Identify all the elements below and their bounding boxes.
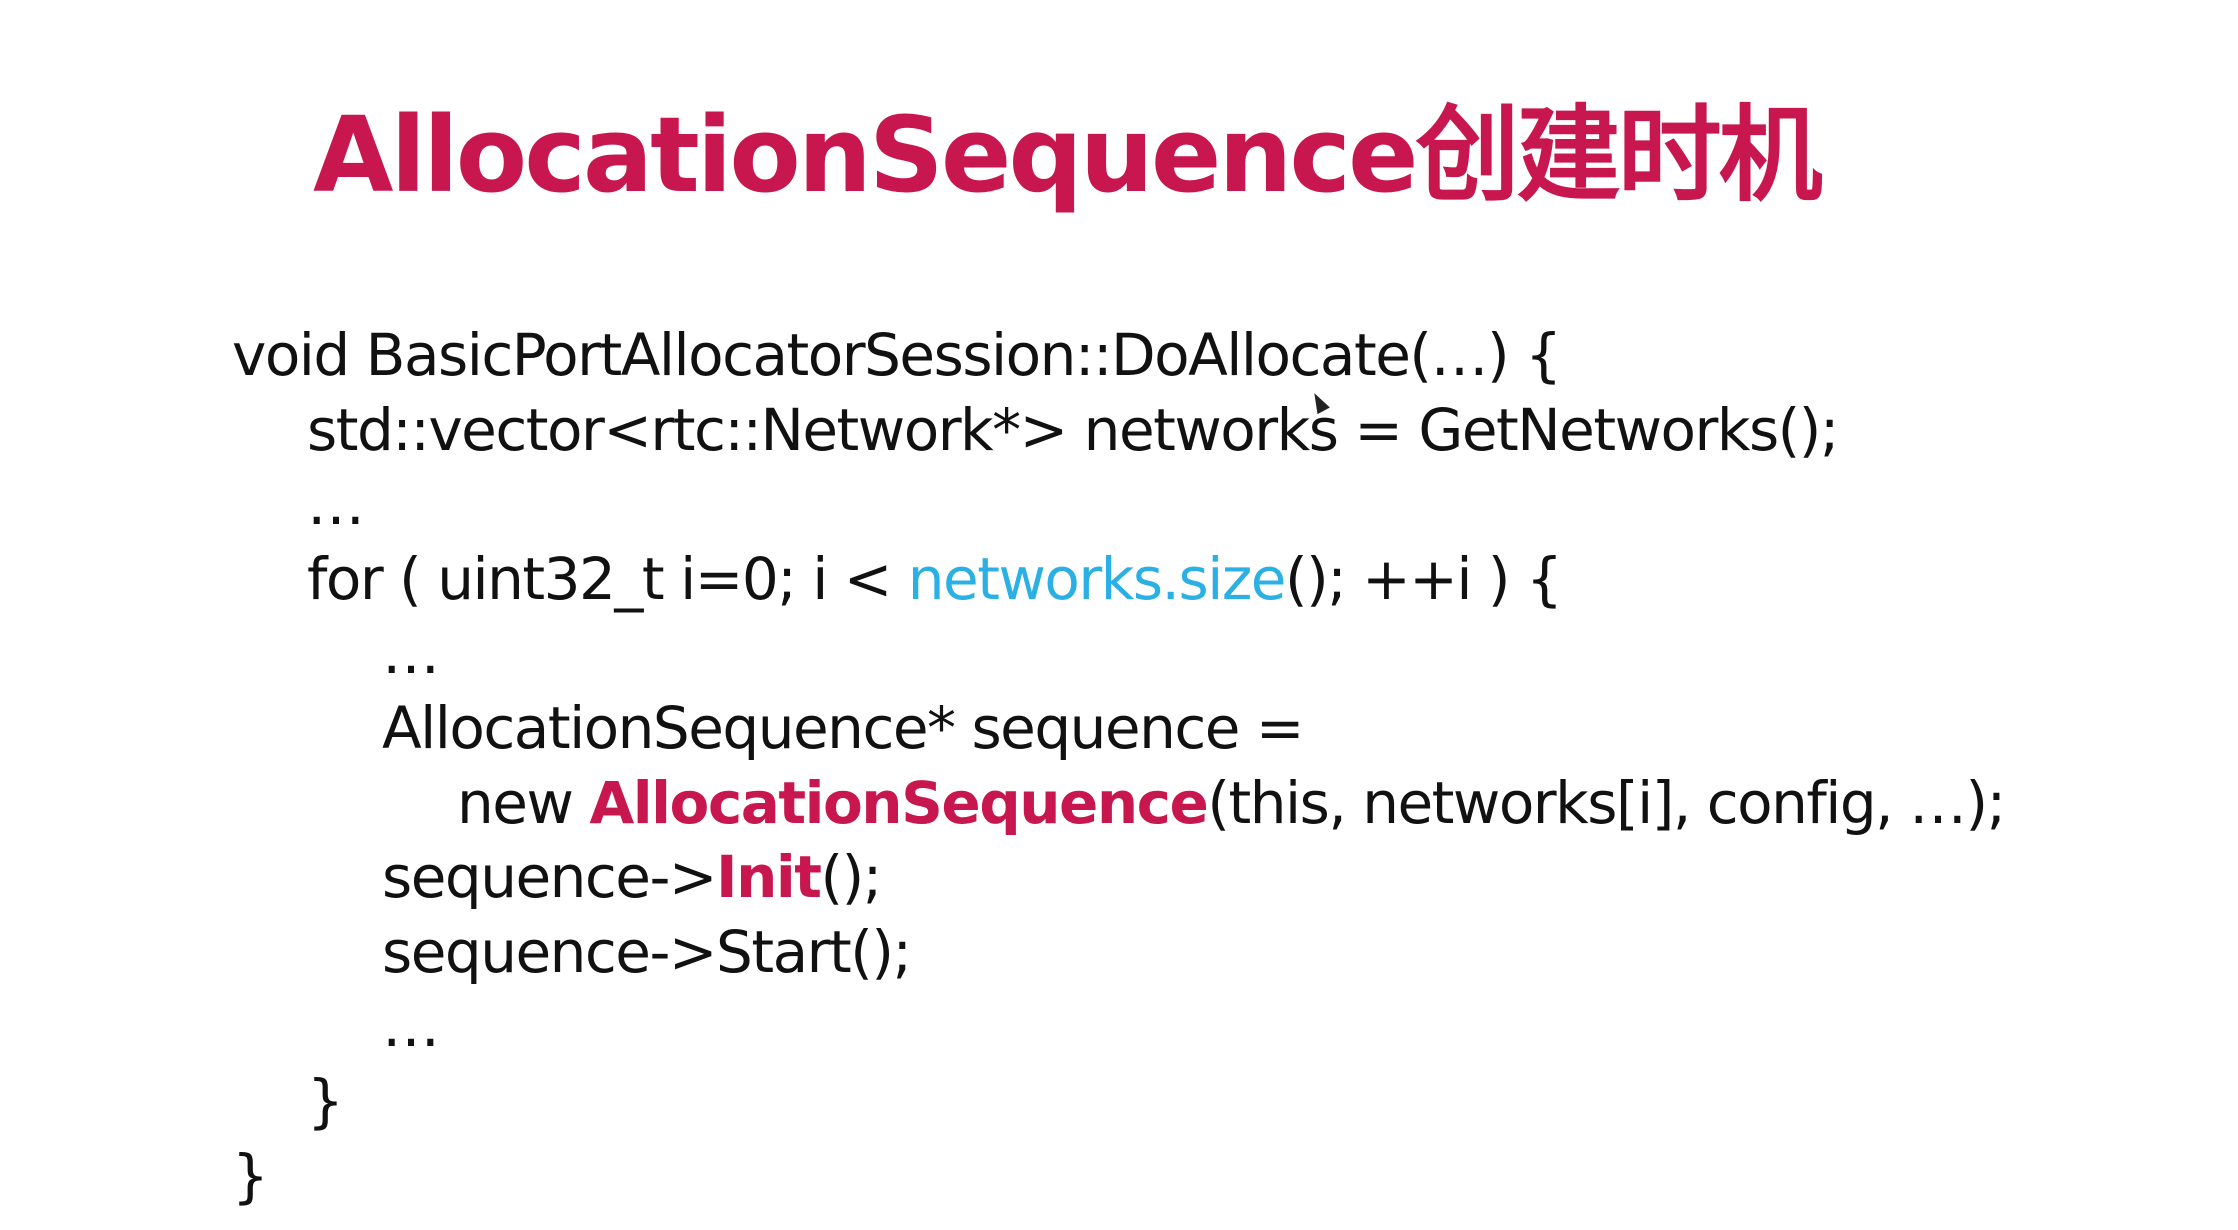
code-line: … bbox=[232, 467, 2005, 542]
code-line: } bbox=[232, 1064, 2005, 1139]
code-token: } bbox=[232, 1141, 269, 1210]
code-line: sequence->Init(); bbox=[232, 840, 2005, 915]
code-token: std::vector<rtc::Network*> networks = Ge… bbox=[307, 395, 1839, 464]
code-token: void BasicPortAllocatorSession::DoAlloca… bbox=[232, 321, 1562, 389]
code-token: new bbox=[457, 768, 590, 837]
code-token: sequence->Start(); bbox=[382, 917, 912, 986]
code-token: … bbox=[382, 992, 440, 1061]
code-line: for ( uint32_t i=0; i < networks.size();… bbox=[232, 542, 2005, 617]
code-line: … bbox=[232, 989, 2005, 1064]
slide-title: AllocationSequence创建时机 bbox=[313, 94, 1823, 216]
code-token: for ( uint32_t i=0; i < bbox=[307, 544, 908, 613]
code-token: AllocationSequence* sequence = bbox=[382, 693, 1304, 762]
code-line: new AllocationSequence(this, networks[i]… bbox=[232, 766, 2006, 841]
code-line: void BasicPortAllocatorSession::DoAlloca… bbox=[232, 318, 2005, 393]
code-highlight: networks.size bbox=[907, 544, 1287, 613]
code-token: } bbox=[307, 1066, 344, 1135]
code-line: } bbox=[232, 1139, 2005, 1214]
code-token: (); ++i ) { bbox=[1284, 544, 1563, 613]
code-line: AllocationSequence* sequence = bbox=[232, 691, 2005, 766]
code-line: … bbox=[232, 616, 2005, 691]
code-token: (); bbox=[820, 843, 883, 912]
code-token: … bbox=[382, 619, 440, 688]
code-token: (this, networks[i], config, …); bbox=[1207, 768, 2006, 837]
code-line: std::vector<rtc::Network*> networks = Ge… bbox=[232, 393, 2005, 468]
code-block: void BasicPortAllocatorSession::DoAlloca… bbox=[232, 318, 2006, 1214]
slide: AllocationSequence创建时机 void BasicPortAll… bbox=[0, 0, 2238, 1230]
code-token: sequence-> bbox=[382, 843, 718, 912]
code-highlight: AllocationSequence bbox=[589, 768, 1209, 837]
code-line: sequence->Start(); bbox=[232, 915, 2005, 990]
code-token: … bbox=[307, 470, 365, 539]
code-highlight: Init bbox=[716, 843, 822, 912]
